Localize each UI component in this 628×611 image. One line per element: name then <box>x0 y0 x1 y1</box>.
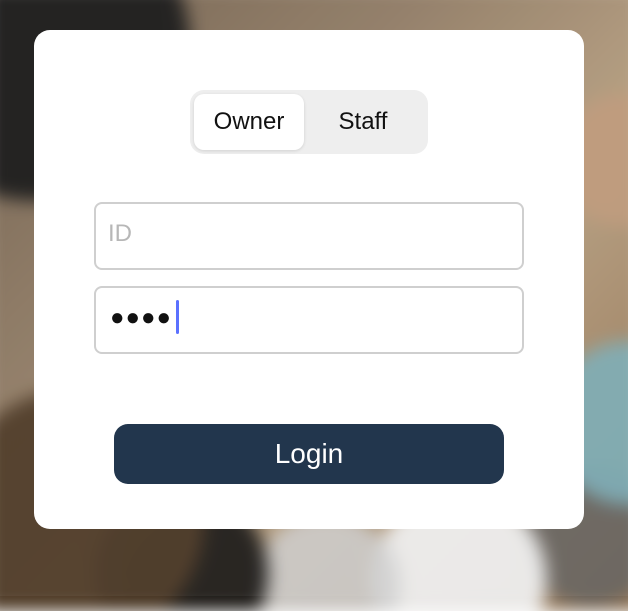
role-segmented-control: Owner Staff <box>190 90 428 154</box>
login-card: Owner Staff ID ●●●● Login <box>34 30 584 529</box>
login-button[interactable]: Login <box>114 424 504 484</box>
password-value: ●●●● <box>110 304 172 331</box>
id-placeholder: ID <box>108 220 132 247</box>
staff-segment-label: Staff <box>338 108 388 135</box>
owner-segment[interactable]: Owner <box>194 94 304 150</box>
password-field[interactable]: ●●●● <box>94 286 524 354</box>
id-field[interactable]: ID <box>94 202 524 270</box>
owner-segment-label: Owner <box>213 108 285 135</box>
staff-segment[interactable]: Staff <box>308 94 418 150</box>
text-cursor <box>176 300 179 334</box>
